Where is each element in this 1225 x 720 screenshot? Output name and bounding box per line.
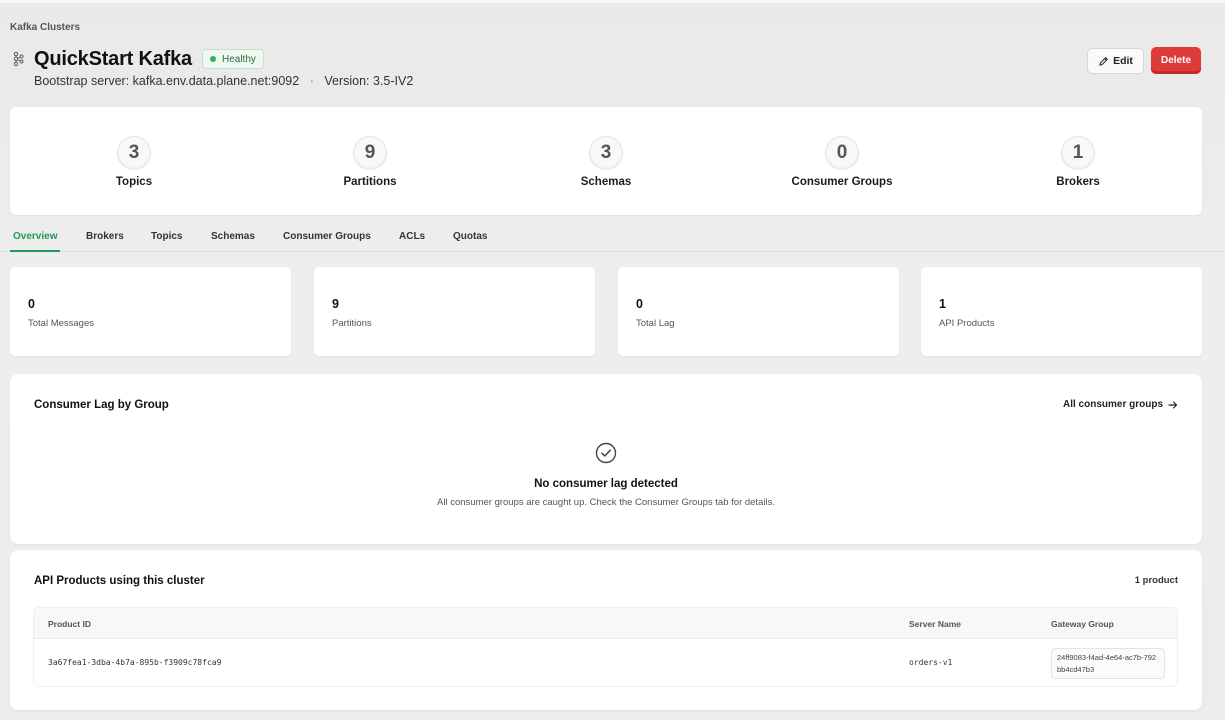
subtitle-separator: · (309, 74, 314, 88)
empty-state-text: All consumer groups are caught up. Check… (437, 497, 775, 508)
breadcrumb[interactable]: Kafka Clusters (10, 22, 80, 33)
stat-value: 1 (1061, 136, 1095, 170)
metric-total-messages: 0 Total Messages (10, 267, 291, 356)
status-label: Healthy (221, 53, 256, 65)
stat-value: 3 (589, 136, 623, 170)
api-products-table: Product ID Server Name Gateway Group 3a6… (33, 607, 1178, 687)
edit-label: Edit (1113, 55, 1133, 67)
stat-value: 9 (353, 136, 387, 170)
metric-value: 9 (332, 297, 339, 311)
tab-schemas[interactable]: Schemas (211, 231, 255, 242)
tab-bar: Overview Brokers Topics Schemas Consumer… (0, 222, 1225, 252)
delete-button[interactable]: Delete (1151, 47, 1201, 74)
column-header-server-name[interactable]: Server Name (909, 619, 961, 629)
metric-value: 0 (636, 297, 643, 311)
stat-brokers[interactable]: 1 Brokers (1003, 107, 1153, 188)
cluster-icon (12, 49, 26, 69)
page-title: QuickStart Kafka (34, 47, 192, 70)
stat-partitions[interactable]: 9 Partitions (295, 107, 445, 188)
tab-brokers[interactable]: Brokers (86, 231, 124, 242)
metric-value: 0 (28, 297, 35, 311)
edit-button[interactable]: Edit (1087, 48, 1144, 74)
all-consumer-groups-label: All consumer groups (1062, 399, 1163, 410)
stat-label: Schemas (580, 176, 632, 188)
tab-acls[interactable]: ACLs (399, 231, 425, 242)
active-tab-indicator (10, 250, 60, 252)
cluster-subtitle: Bootstrap server: kafka.env.data.plane.n… (34, 74, 413, 88)
check-circle-icon (595, 442, 617, 464)
product-id-cell: 3a67fea1-3dba-4b7a-895b-f3909c78fca9 (48, 658, 222, 667)
api-products-card: API Products using this cluster 1 produc… (10, 550, 1202, 710)
pencil-icon (1099, 56, 1108, 66)
bootstrap-server: Bootstrap server: kafka.env.data.plane.n… (34, 74, 300, 88)
table-row[interactable]: 3a67fea1-3dba-4b7a-895b-f3909c78fca9 ord… (34, 639, 1177, 686)
product-count: 1 product (1134, 575, 1178, 586)
server-name-cell: orders-v1 (909, 658, 953, 667)
metric-total-lag: 0 Total Lag (618, 267, 899, 356)
stat-topics[interactable]: 3 Topics (59, 107, 209, 188)
stat-label: Topics (115, 176, 153, 188)
metric-label: API Products (939, 318, 995, 329)
metric-value: 1 (939, 297, 946, 311)
tab-quotas[interactable]: Quotas (453, 231, 487, 242)
table-header: Product ID Server Name Gateway Group (34, 608, 1177, 639)
top-strip (0, 0, 1225, 3)
stat-consumer-groups[interactable]: 0 Consumer Groups (767, 107, 917, 188)
stat-label: Partitions (343, 176, 397, 188)
all-consumer-groups-link[interactable]: All consumer groups (1063, 399, 1178, 410)
stat-schemas[interactable]: 3 Schemas (531, 107, 681, 188)
consumer-lag-title: Consumer Lag by Group (34, 399, 169, 411)
metric-label: Total Lag (636, 318, 675, 329)
metric-label: Partitions (332, 318, 372, 329)
gateway-group-chip: 24ff9083-f4ad-4e64-ac7b-792bb4cd47b3 (1051, 648, 1165, 679)
api-products-title: API Products using this cluster (34, 575, 205, 587)
column-header-product-id[interactable]: Product ID (48, 619, 91, 629)
metric-label: Total Messages (28, 318, 95, 329)
cluster-version: Version: 3.5-IV2 (324, 74, 414, 88)
metric-partitions: 9 Partitions (314, 267, 595, 356)
arrow-right-icon (1168, 400, 1178, 409)
metric-api-products: 1 API Products (921, 267, 1202, 356)
empty-state-title: No consumer lag detected (534, 478, 678, 490)
cluster-header: QuickStart Kafka Healthy (12, 46, 264, 72)
stat-value: 0 (825, 136, 859, 170)
consumer-lag-card: Consumer Lag by Group All consumer group… (10, 374, 1202, 544)
status-dot-icon (209, 56, 216, 62)
tab-topics[interactable]: Topics (151, 231, 182, 242)
tab-consumer-groups[interactable]: Consumer Groups (283, 231, 371, 242)
column-header-gateway-group[interactable]: Gateway Group (1051, 619, 1114, 629)
stats-summary-card: 3 Topics 9 Partitions 3 Schemas 0 Consum… (10, 107, 1202, 215)
stat-value: 3 (117, 136, 151, 170)
tab-overview[interactable]: Overview (13, 231, 57, 242)
status-badge: Healthy (201, 49, 264, 69)
stat-label: Brokers (1056, 176, 1100, 188)
stat-label: Consumer Groups (791, 176, 893, 188)
